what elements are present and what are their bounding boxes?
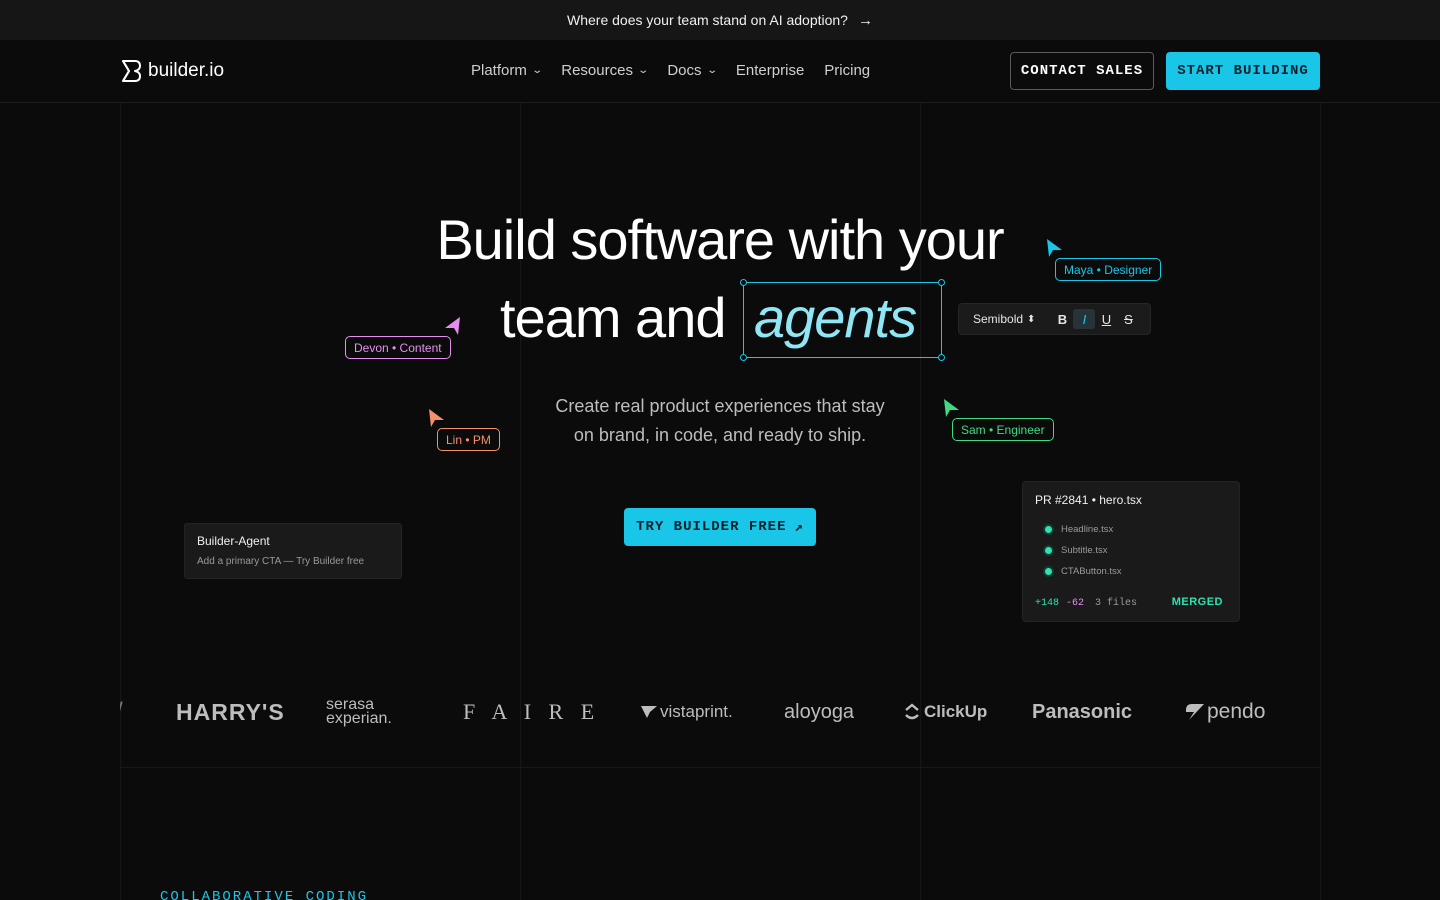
logo-serasa-experian: serasa experian. [326,696,392,727]
nav-item-docs[interactable]: Docs ⌄ [667,62,718,79]
logo-pendo: pendo [1185,683,1265,741]
logo-faire: F A I R E [463,699,601,724]
file-name: Subtitle.tsx [1061,545,1108,556]
top-navigation: builder.io Platform ⌄ Resources ⌄ Docs ⌄ En… [0,40,1440,103]
file-name: CTAButton.tsx [1061,566,1122,577]
pendo-mark-icon [1186,704,1204,720]
font-weight-label: Semibold [973,312,1024,326]
hero-headline-line2: team and [500,286,726,349]
pr-file-item: Headline.tsx [1045,524,1113,535]
font-weight-select[interactable]: Semibold ⬍ [973,312,1035,326]
updown-caret-icon: ⬍ [1027,313,1036,325]
builder-agent-card: Builder-Agent Add a primary CTA — Try Bu… [184,523,402,579]
status-dot-icon [1045,568,1052,575]
logo-partial: / [120,683,123,741]
text-format-toolbar: Semibold ⬍ B I U S [958,303,1151,335]
nav-item-platform[interactable]: Platform ⌄ [471,62,543,79]
hero-subtitle-line1: Create real product experiences that sta… [555,396,885,416]
agent-card-title: Builder-Agent [197,534,270,548]
selection-handle [938,354,945,361]
logo-clickup: ClickUp [904,683,987,741]
logo-text: pendo [1207,700,1266,723]
nav-item-enterprise[interactable]: Enterprise [736,62,804,79]
status-dot-icon [1045,526,1052,533]
hero-subtitle-line2: on brand, in code, and ready to ship. [573,425,867,445]
try-builder-free-button[interactable]: TRY BUILDER FREE ↗ [624,508,816,546]
nav-item-label: Enterprise [735,62,805,79]
logo-text: vistaprint. [660,702,733,721]
clickup-mark-icon [905,703,919,720]
chevron-down-icon: ⌄ [531,65,543,76]
logo-aloyoga: aloyoga [784,700,855,723]
announcement-banner[interactable]: Where does your team stand on AI adoptio… [0,0,1440,40]
nav-item-label: Docs [667,62,702,79]
section-eyebrow: COLLABORATIVE CODING [160,889,369,900]
file-name: Headline.tsx [1061,524,1114,535]
pull-request-card: PR #2841 • hero.tsx Headline.tsx Subtitl… [1022,481,1240,622]
pr-file-item: CTAButton.tsx [1045,566,1122,577]
additions-count: +148 [1035,598,1060,609]
selection-handle [740,354,747,361]
hero-highlight-word: agents [754,286,917,349]
pr-stats: +148 -62 3 files [1035,598,1137,609]
logo-harrys: HARRY'S [176,698,285,725]
selection-handle [740,279,747,286]
merged-status-badge: MERGED [1171,596,1223,608]
cursor-icon [445,317,460,335]
bold-button[interactable]: B [1051,309,1073,329]
collaborator-tag-maya: Maya • Designer [1055,258,1162,281]
start-building-button[interactable]: START BUILDING [1166,52,1320,90]
selection-handle [938,279,945,286]
chevron-down-icon: ⌄ [637,65,650,76]
italic-button[interactable]: I [1073,309,1096,329]
logo-text: builder.io [148,60,225,81]
contact-sales-button[interactable]: CONTACT SALES [1010,52,1154,90]
pr-title: PR #2841 • hero.tsx [1035,493,1142,507]
logo-vistaprint: vistaprint. [640,683,733,741]
builder-logo[interactable]: builder.io [120,59,224,83]
underline-button[interactable]: U [1095,309,1117,329]
deletions-count: -62 [1066,598,1085,609]
chevron-down-icon: ⌄ [705,65,718,76]
banner-text: Where does your team stand on AI adoptio… [567,12,848,28]
grid-divider [120,767,1320,768]
nav-item-label: Pricing [824,62,871,79]
main-menu: Platform ⌄ Resources ⌄ Docs ⌄ Enterprise Pr… [471,62,890,79]
logo-panasonic: Panasonic [1032,700,1133,723]
hero-headline-line1: Build software with your [436,208,1004,271]
nav-item-label: Platform [471,62,527,79]
arrow-up-right-icon: ↗ [794,519,804,536]
customer-logos-strip: / HARRY'S serasa experian. F A I R E vis… [120,683,1320,741]
nav-item-resources[interactable]: Resources ⌄ [561,62,650,79]
pr-file-item: Subtitle.tsx [1045,545,1107,556]
arrow-right-icon: → [857,11,873,29]
cursor-icon [1047,239,1062,257]
cta-label: TRY BUILDER FREE [636,519,787,535]
nav-item-pricing[interactable]: Pricing [824,62,870,79]
collaborator-tag-devon: Devon • Content [345,336,451,359]
builder-logo-icon [122,60,141,82]
files-count: 3 files [1095,598,1138,609]
vistaprint-mark-icon [641,706,657,718]
logo-text: ClickUp [924,702,988,721]
strikethrough-button[interactable]: S [1117,309,1139,329]
nav-item-label: Resources [561,62,633,79]
agent-card-desc: Add a primary CTA — Try Builder free [197,556,365,567]
status-dot-icon [1045,547,1052,554]
